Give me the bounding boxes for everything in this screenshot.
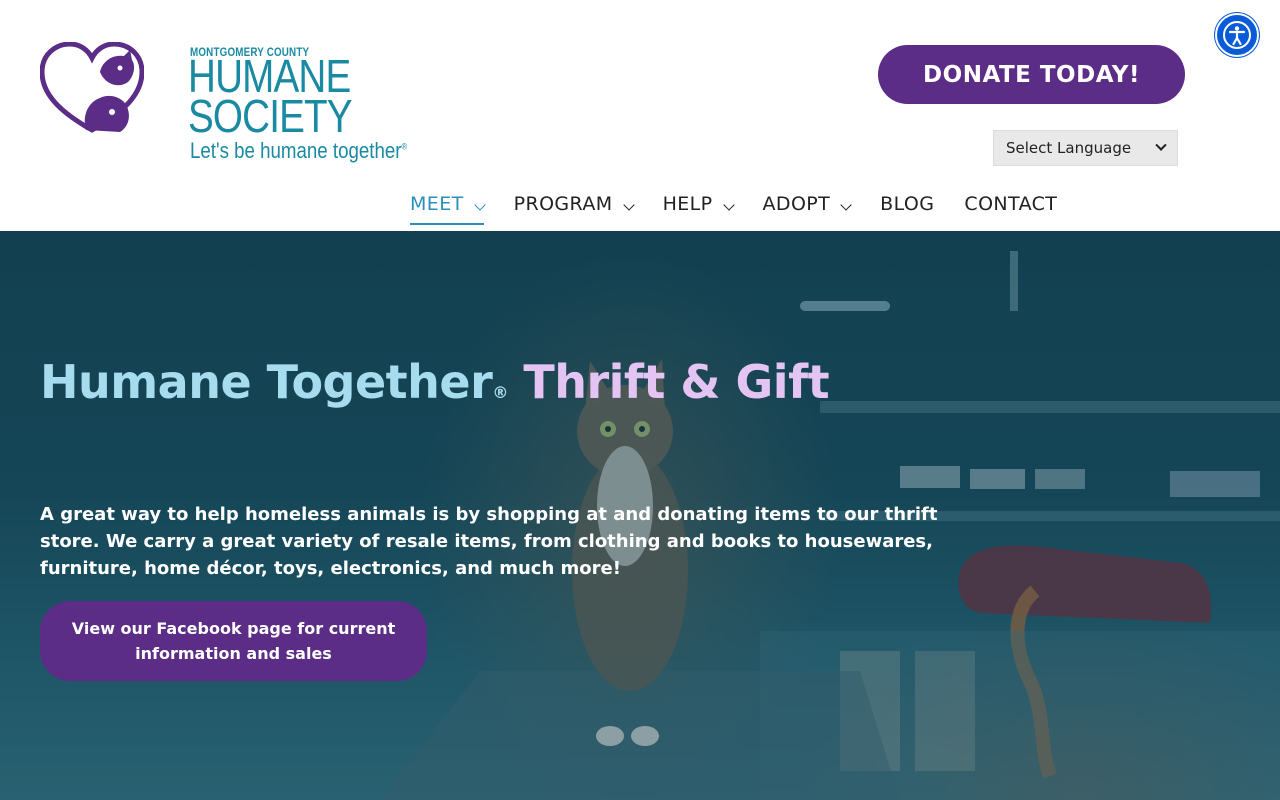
heart-cat-dog-icon: [40, 42, 144, 133]
chevron-down-icon: [1155, 139, 1167, 151]
hero-description: A great way to help homeless animals is …: [40, 504, 938, 579]
chevron-down-icon: [840, 199, 852, 211]
hero-title-registered: ®: [492, 383, 508, 402]
nav-item-label: ADOPT: [762, 193, 831, 215]
nav-item-label: CONTACT: [964, 193, 1058, 215]
donate-button[interactable]: DONATE TODAY!: [878, 45, 1185, 104]
nav-item-help[interactable]: HELP: [662, 188, 735, 225]
facebook-page-button[interactable]: View our Facebook page for current infor…: [40, 601, 427, 681]
site-logo[interactable]: MONTGOMERY COUNTY HUMANE SOCIETY Let's b…: [40, 42, 407, 168]
accessibility-icon: [1223, 21, 1251, 49]
chevron-down-icon: [622, 199, 635, 211]
language-select[interactable]: Select Language: [993, 130, 1178, 166]
logo-tagline-text: Let's be humane together: [190, 138, 402, 163]
nav-item-program[interactable]: PROGRAM: [513, 188, 635, 225]
logo-society-text: SOCIETY: [188, 90, 353, 142]
hero-title: Humane Together® Thrift & Gift: [40, 355, 830, 409]
hero-section: Humane Together® Thrift & Gift A great w…: [0, 231, 1280, 800]
hero-title-part2: Thrift & Gift: [523, 355, 830, 409]
chevron-down-icon: [473, 199, 486, 211]
chevron-down-icon: [722, 199, 735, 211]
language-select-value: Select Language: [1006, 139, 1132, 157]
nav-item-label: BLOG: [880, 193, 935, 215]
logo-tagline-mark: ®: [401, 141, 408, 152]
nav-item-label: PROGRAM: [513, 193, 613, 215]
accessibility-button[interactable]: [1215, 13, 1259, 57]
nav-item-meet[interactable]: MEET: [410, 188, 486, 225]
site-header: MONTGOMERY COUNTY HUMANE SOCIETY Let's b…: [0, 0, 1280, 231]
nav-item-blog[interactable]: BLOG: [880, 188, 934, 225]
hero-title-part1: Humane Together: [40, 355, 493, 409]
main-navigation: MEET PROGRAM HELP ADOPT BLOG CONTACT: [410, 188, 1057, 228]
nav-item-label: MEET: [410, 193, 464, 215]
logo-tagline: Let's be humane together®: [190, 138, 407, 164]
nav-item-adopt[interactable]: ADOPT: [762, 188, 852, 225]
nav-item-label: HELP: [662, 193, 713, 215]
nav-item-contact[interactable]: CONTACT: [964, 188, 1057, 225]
